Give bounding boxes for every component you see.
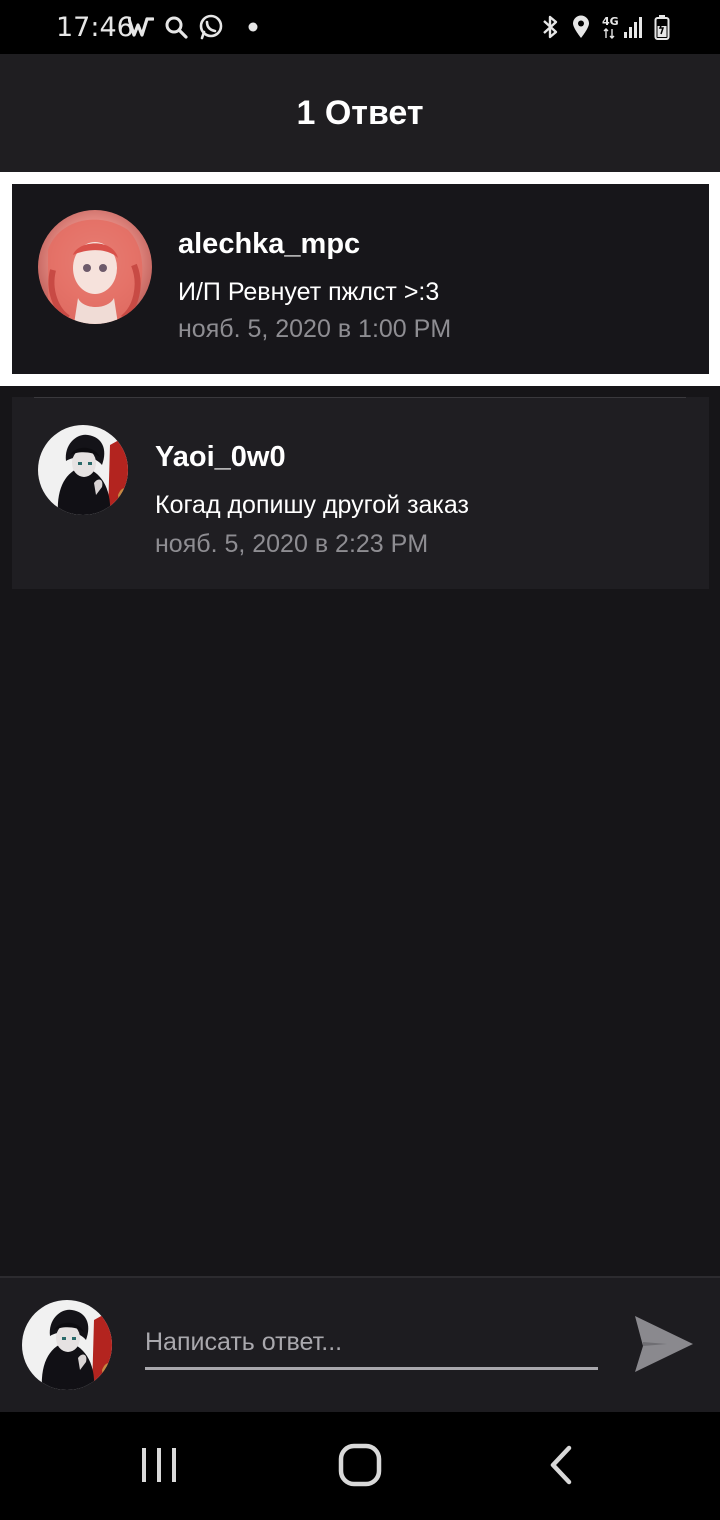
battery-icon bbox=[654, 14, 670, 40]
status-bar: 17:46 4G bbox=[0, 0, 720, 54]
system-nav-bar bbox=[0, 1412, 720, 1520]
comment-timestamp: нояб. 5, 2020 в 2:23 PM bbox=[155, 530, 429, 558]
back-icon bbox=[547, 1445, 577, 1490]
send-icon bbox=[631, 1314, 695, 1379]
comment-timestamp: нояб. 5, 2020 в 1:00 PM bbox=[178, 315, 452, 343]
reply-comment[interactable]: Yaoi_0w0 Когад допишу другой заказ нояб.… bbox=[12, 397, 709, 589]
whatsapp-icon bbox=[198, 14, 224, 40]
comment-username[interactable]: alechka_mpc bbox=[178, 228, 360, 261]
home-icon bbox=[338, 1443, 382, 1492]
avatar[interactable] bbox=[38, 425, 128, 515]
wattpad-icon bbox=[128, 16, 154, 38]
svg-text:4G: 4G bbox=[602, 15, 619, 28]
comment-text: И/П Ревнует пжлст >:3 bbox=[178, 278, 440, 306]
comment-username[interactable]: Yaoi_0w0 bbox=[155, 441, 286, 474]
recent-apps-icon bbox=[139, 1445, 179, 1490]
current-user-avatar bbox=[22, 1300, 112, 1390]
status-time: 17:46 bbox=[56, 12, 134, 43]
bluetooth-icon bbox=[540, 14, 560, 40]
reply-input[interactable] bbox=[145, 1318, 598, 1370]
avatar[interactable] bbox=[38, 210, 152, 324]
4g-signal-icon: 4G bbox=[602, 14, 642, 40]
status-left-icons bbox=[128, 12, 258, 42]
home-button[interactable] bbox=[330, 1442, 390, 1492]
status-right-icons: 4G bbox=[540, 12, 670, 42]
divider bbox=[34, 397, 686, 398]
app-header: 1 Ответ bbox=[0, 54, 720, 172]
search-icon bbox=[164, 15, 188, 39]
send-button[interactable] bbox=[628, 1314, 698, 1378]
recent-apps-button[interactable] bbox=[129, 1442, 189, 1492]
highlighted-comment-frame: alechka_mpc И/П Ревнует пжлст >:3 нояб. … bbox=[0, 172, 720, 386]
location-icon bbox=[572, 15, 590, 39]
comment-text: Когад допишу другой заказ bbox=[155, 491, 470, 519]
parent-comment[interactable]: alechka_mpc И/П Ревнует пжлст >:3 нояб. … bbox=[12, 184, 709, 374]
dot-icon bbox=[248, 22, 258, 32]
reply-composer bbox=[0, 1276, 720, 1412]
back-button[interactable] bbox=[532, 1442, 592, 1492]
page-title: 1 Ответ bbox=[296, 93, 424, 132]
